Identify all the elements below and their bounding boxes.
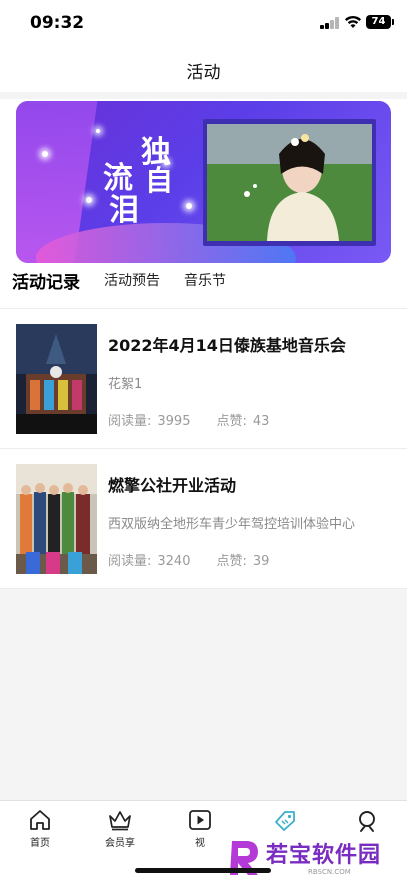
tabbar-label: 会员享: [105, 838, 135, 849]
divider: [0, 448, 407, 449]
activity-title: 燃擎公社开业活动: [108, 476, 237, 495]
user-icon: [359, 811, 375, 832]
status-time: 09:32: [30, 13, 85, 33]
activity-thumbnail: [16, 324, 97, 434]
watermark-subtext: RBSCN.COM: [308, 868, 351, 876]
divider: [0, 588, 407, 589]
watermark: 若宝软件园 RBSCN.COM: [222, 835, 407, 883]
sparkle: [86, 197, 92, 203]
likes-count: 43: [252, 414, 270, 429]
crown-icon: [109, 811, 131, 831]
nav-bar: 活动: [0, 48, 407, 92]
views-count: 3240: [157, 554, 191, 569]
home-icon: [30, 810, 50, 830]
watermark-text: 若宝软件园: [266, 843, 382, 868]
sparkle: [186, 203, 192, 209]
views-count: 3995: [157, 414, 191, 429]
signal-icon: [320, 17, 340, 29]
page-title: 活动: [186, 63, 221, 83]
tabbar-item-activity[interactable]: [255, 809, 315, 836]
banner-carousel[interactable]: 独 流 自 泪: [16, 101, 391, 263]
tabbar-item-home[interactable]: 首页: [10, 809, 70, 849]
tab-activity-preview[interactable]: 活动预告: [104, 270, 160, 290]
likes-label: 点赞:: [216, 554, 247, 569]
likes-label: 点赞:: [216, 414, 247, 429]
wifi-icon: [345, 15, 361, 28]
banner-title: 独 流 自 泪: [103, 135, 174, 228]
status-bar: 09:32 74: [0, 0, 407, 48]
activity-subtitle: 花絮1: [108, 377, 143, 392]
tabbar-item-video[interactable]: 视: [170, 809, 230, 849]
play-icon: [189, 810, 211, 830]
activity-stats: 阅读量: 3240 点赞: 39: [108, 550, 275, 569]
activity-thumbnail: [16, 464, 97, 574]
activity-card[interactable]: 2022年4月14日傣族基地音乐会 花絮1 阅读量: 3995 点赞: 43: [0, 310, 407, 448]
tab-music-festival[interactable]: 音乐节: [184, 270, 226, 290]
likes-count: 39: [252, 554, 270, 569]
home-indicator[interactable]: [135, 868, 271, 873]
activity-title: 2022年4月14日傣族基地音乐会: [108, 336, 346, 355]
sparkle: [96, 129, 100, 133]
tabbar-label: 视: [195, 838, 205, 849]
banner-photo: [207, 124, 372, 241]
tabbar-label: 首页: [30, 838, 50, 849]
activity-stats: 阅读量: 3995 点赞: 43: [108, 410, 275, 429]
tabbar-item-membership[interactable]: 会员享: [90, 809, 150, 849]
tab-activity-records[interactable]: 活动记录: [12, 268, 80, 293]
tabbar-item-profile[interactable]: [337, 809, 397, 836]
battery-icon: 74: [366, 15, 394, 29]
activity-card[interactable]: 燃擎公社开业活动 西双版纳全地形车青少年驾控培训体验中心 阅读量: 3240 点赞:…: [0, 450, 407, 588]
tag-icon: [275, 811, 295, 831]
activity-subtitle: 西双版纳全地形车青少年驾控培训体验中心: [108, 517, 356, 532]
views-label: 阅读量:: [108, 414, 152, 429]
category-tabs: 活动记录 活动预告 音乐节: [0, 270, 407, 300]
sparkle: [42, 151, 48, 157]
sparkle: [164, 161, 168, 165]
views-label: 阅读量:: [108, 554, 152, 569]
divider: [0, 308, 407, 309]
